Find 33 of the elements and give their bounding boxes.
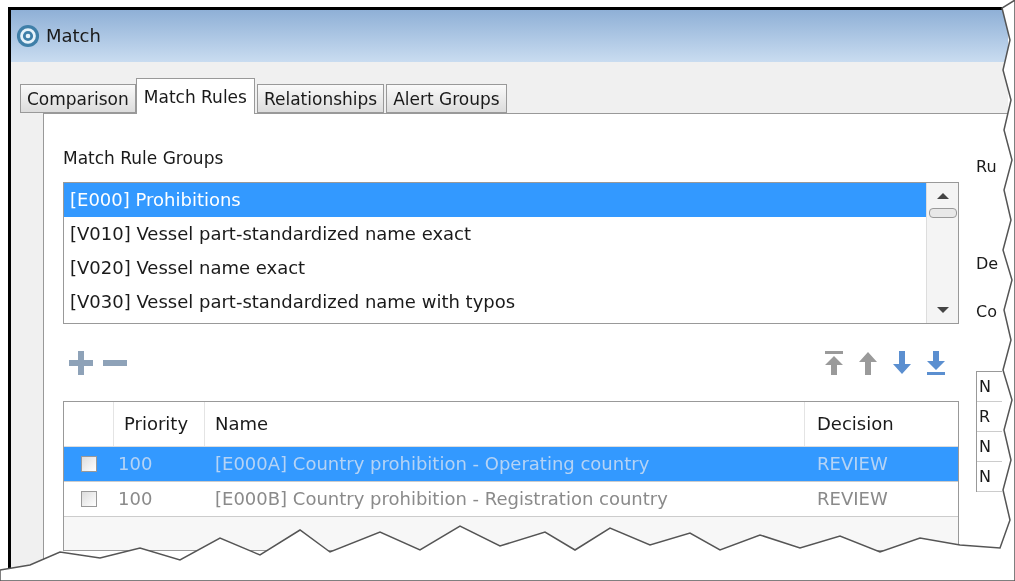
table-cell-text: REVIEW	[816, 453, 889, 475]
section-label: Match Rule Groups	[63, 147, 224, 169]
scroll-thumb[interactable]	[928, 208, 957, 218]
table-cell-text: 100	[117, 488, 154, 510]
tab[interactable]: Comparison	[20, 84, 136, 113]
column-header[interactable]: Decision	[805, 402, 958, 446]
move-bottom-icon[interactable]	[925, 349, 947, 376]
scrollbar[interactable]	[926, 183, 958, 323]
scroll-up-icon[interactable]	[936, 193, 949, 199]
list-item[interactable]: [V020] Vessel name exact	[64, 251, 926, 285]
app-logo-icon	[16, 24, 40, 48]
table-cell-text: R	[978, 405, 991, 428]
table-cell-text: [E000B] Country prohibition - Registration country	[214, 488, 669, 510]
field-label: De	[976, 253, 999, 275]
table-cell-text: N	[978, 465, 991, 488]
column-header[interactable]: Priority	[114, 402, 205, 446]
add-icon[interactable]	[69, 350, 93, 375]
table-cell-text: [E000A] Country prohibition - Operating country	[214, 453, 651, 475]
table-cell-text: REVIEW	[816, 488, 889, 510]
table-cell-text: N	[978, 375, 991, 398]
field-label: Co	[976, 301, 997, 323]
window-title: Match	[46, 25, 101, 47]
list-item[interactable]: [V010] Vessel part-standardized name exact	[64, 217, 926, 251]
list-item[interactable]: [V030] Vessel part-standardized name with typos	[64, 285, 926, 319]
table-cell-text: 100	[117, 453, 154, 475]
scroll-down-icon[interactable]	[936, 307, 949, 313]
field-label: Ru	[976, 156, 997, 178]
tab[interactable]: Match Rules	[135, 78, 255, 114]
column-header[interactable]: Name	[205, 402, 805, 446]
arrow-down-icon[interactable]	[891, 349, 913, 376]
tab[interactable]: Alert Groups	[386, 84, 507, 113]
table-cell-text: N	[978, 435, 991, 458]
tab[interactable]: Relationships	[256, 84, 385, 113]
